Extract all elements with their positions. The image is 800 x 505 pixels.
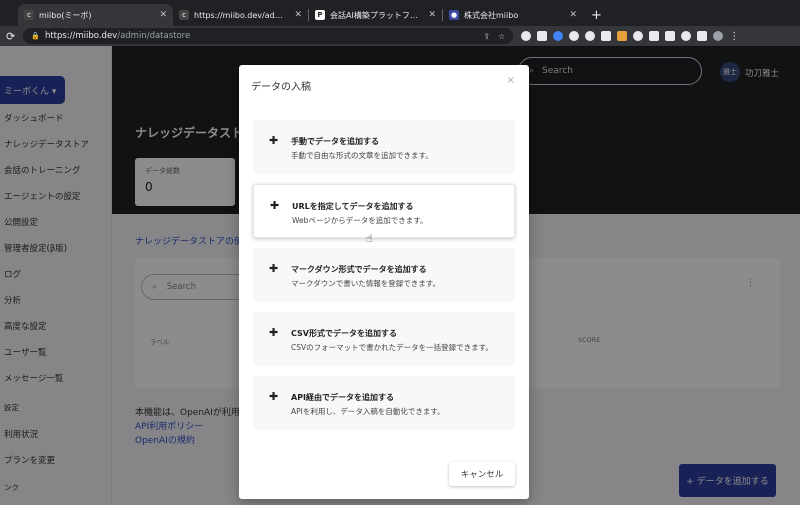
miibo-favicon-icon: c [179, 10, 189, 20]
plus-icon: ✚ [270, 199, 280, 212]
option-api-add[interactable]: ✚ API経由でデータを追加する APIを利用し、データ入稿を自動化できます。 [253, 376, 515, 430]
url-host: https://miibo.dev [44, 31, 118, 41]
option-title: マークダウン形式でデータを追加する [291, 265, 427, 274]
browser-tab-bar: c miibo(ミーボ) ✕ c https://miibo.dev/admin… [0, 0, 800, 26]
plus-icon: ✚ [269, 390, 279, 403]
share-icon[interactable]: ⇪ [483, 32, 490, 41]
browser-toolbar: ⟳ 🔒 https://miibo.dev/admin/datastore ⇪ … [0, 26, 800, 46]
url-path: /admin/datastore [117, 31, 191, 41]
tab-title: https://miibo.dev/admin/previe [194, 10, 288, 20]
p-favicon-icon: P [315, 10, 325, 20]
extension-icon[interactable] [569, 31, 580, 41]
extension-icon[interactable] [601, 31, 612, 41]
reload-icon[interactable]: ⟳ [6, 30, 15, 43]
data-upload-modal: データの入稿 × ✚ 手動でデータを追加する 手動で自由な形式の文章を追加できま… [239, 65, 529, 499]
option-description: Webページからデータを追加できます。 [292, 216, 428, 225]
close-tab-icon[interactable]: ✕ [569, 10, 577, 20]
option-description: CSVのフォーマットで書かれたデータを一括登録できます。 [291, 343, 493, 352]
extension-icon[interactable] [585, 31, 596, 41]
extension-icon[interactable] [521, 31, 532, 41]
extension-icon[interactable] [617, 31, 628, 41]
cancel-button[interactable]: キャンセル [449, 462, 515, 486]
option-title: 手動でデータを追加する [291, 137, 379, 146]
new-tab-icon[interactable]: + [583, 4, 610, 26]
extensions-area: ⋮ [521, 31, 739, 42]
option-manual-add[interactable]: ✚ 手動でデータを追加する 手動で自由な形式の文章を追加できます。 [253, 120, 515, 174]
option-url-add[interactable]: ✚ URLを指定してデータを追加する Webページからデータを追加できます。 [253, 184, 515, 238]
tab-title: 株式会社miibo [464, 10, 519, 20]
option-title: URLを指定してデータを追加する [292, 202, 414, 211]
extension-icon[interactable] [553, 31, 564, 41]
extension-icon[interactable] [649, 31, 660, 41]
tab-title: 会話AI構築プラットフォーム「mii [330, 10, 423, 20]
address-bar[interactable]: 🔒 https://miibo.dev/admin/datastore ⇪ ☆ [23, 28, 514, 44]
lock-icon: 🔒 [31, 32, 40, 40]
tab-miibo[interactable]: c miibo(ミーボ) ✕ [18, 4, 173, 26]
plus-icon: ✚ [269, 326, 279, 339]
company-favicon-icon: ● [449, 10, 459, 20]
sidepanel-icon[interactable] [697, 31, 708, 41]
option-csv-add[interactable]: ✚ CSV形式でデータを追加する CSVのフォーマットで書かれたデータを一括登録… [253, 312, 515, 366]
close-tab-icon[interactable]: ✕ [428, 10, 436, 20]
hand-cursor-icon: ☝ [366, 232, 373, 245]
plus-icon: ✚ [269, 262, 279, 275]
tab-title: miibo(ミーボ) [39, 10, 92, 20]
extension-icon[interactable] [537, 31, 548, 41]
extension-icon[interactable] [665, 31, 676, 41]
tab-platform[interactable]: P 会話AI構築プラットフォーム「mii ✕ [309, 4, 442, 26]
option-markdown-add[interactable]: ✚ マークダウン形式でデータを追加する マークダウンで書いた情報を登録できます。 [253, 248, 515, 302]
close-tab-icon[interactable]: ✕ [159, 10, 167, 20]
modal-title: データの入稿 [251, 82, 311, 93]
option-description: APIを利用し、データ入稿を自動化できます。 [291, 407, 445, 416]
profile-avatar-icon[interactable] [713, 31, 724, 41]
option-description: マークダウンで書いた情報を登録できます。 [291, 279, 440, 288]
close-tab-icon[interactable]: ✕ [294, 10, 302, 20]
bookmark-star-icon[interactable]: ☆ [498, 32, 505, 41]
tab-company[interactable]: ● 株式会社miibo ✕ [443, 4, 583, 26]
plus-icon: ✚ [269, 134, 279, 147]
miibo-favicon-icon: c [24, 10, 34, 20]
puzzle-extensions-icon[interactable] [681, 31, 692, 41]
close-icon[interactable]: × [507, 75, 515, 86]
option-title: API経由でデータを追加する [291, 393, 395, 402]
option-description: 手動で自由な形式の文章を追加できます。 [291, 151, 433, 160]
kebab-menu-icon[interactable]: ⋮ [729, 31, 739, 42]
option-title: CSV形式でデータを追加する [291, 329, 397, 338]
extension-icon[interactable] [633, 31, 644, 41]
tab-preview[interactable]: c https://miibo.dev/admin/previe ✕ [173, 4, 308, 26]
